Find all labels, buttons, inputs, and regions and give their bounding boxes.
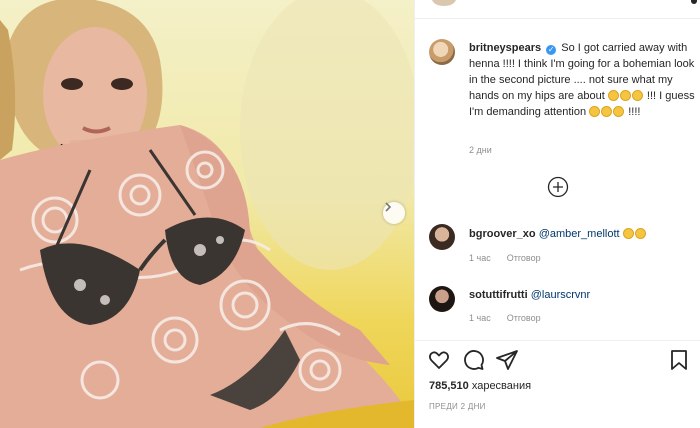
cold-sweat-emoji-icon: [601, 106, 613, 117]
caption-time: 2 дни: [469, 145, 492, 155]
next-photo-button[interactable]: [383, 202, 405, 224]
cold-sweat-emoji-icon: [589, 106, 601, 117]
comment-2-meta: 1 час Отговор: [469, 313, 541, 323]
grimace-emoji-icon: [607, 90, 619, 101]
caption: britneyspears ✓ So I got carried away wi…: [469, 40, 697, 120]
bookmark-icon[interactable]: [667, 348, 691, 372]
posted-time: ПРЕДИ 2 ДНИ: [429, 402, 486, 411]
commenter-username[interactable]: bgroover_xo: [469, 228, 536, 240]
comment-mention[interactable]: @laurscrvnr: [531, 289, 590, 301]
comment-mention[interactable]: @amber_mellott: [539, 228, 620, 240]
reply-button[interactable]: Отговор: [507, 313, 541, 323]
commenter-username[interactable]: sotuttifrutti: [469, 289, 528, 301]
author-avatar[interactable]: [429, 39, 455, 65]
likes-label: харесвания: [471, 380, 532, 392]
reply-button[interactable]: Отговор: [507, 253, 541, 263]
likes-count[interactable]: 785,510 харесвания: [429, 380, 531, 392]
author-username[interactable]: britneyspears: [469, 42, 541, 54]
tongue-emoji-icon: [619, 90, 631, 101]
divider: [415, 340, 700, 341]
comment-time: 1 час: [469, 313, 491, 323]
comment-1: bgroover_xo @amber_mellott: [469, 228, 647, 240]
post-photo[interactable]: [0, 0, 414, 428]
photo-illustration: [0, 0, 414, 428]
paper-plane-icon[interactable]: [495, 348, 519, 372]
post-side-panel: britneyspears ✓ So I got carried away wi…: [414, 0, 700, 428]
woozy-emoji-icon: [631, 90, 643, 101]
commenter-avatar[interactable]: [429, 224, 455, 250]
grimace-emoji-icon: [634, 228, 646, 239]
comment-1-meta: 1 час Отговор: [469, 253, 541, 263]
more-options-icon[interactable]: [691, 0, 697, 4]
divider: [415, 18, 700, 19]
caption-text-end: !!!!: [628, 106, 641, 118]
plus-circle-icon[interactable]: [547, 176, 569, 198]
grimace-emoji-icon: [622, 228, 634, 239]
comment-2: sotuttifrutti @laurscrvnr: [469, 289, 590, 301]
cold-sweat-emoji-icon: [613, 106, 625, 117]
commenter-avatar[interactable]: [429, 286, 455, 312]
comment-time: 1 час: [469, 253, 491, 263]
instagram-post: britneyspears ✓ So I got carried away wi…: [0, 0, 700, 428]
verified-badge-icon: ✓: [546, 45, 557, 55]
action-bar: [415, 348, 700, 374]
heart-icon[interactable]: [427, 348, 451, 372]
comment-icon[interactable]: [461, 348, 485, 372]
chevron-right-icon: [385, 202, 392, 212]
likes-number: 785,510: [429, 380, 469, 392]
header-avatar[interactable]: [432, 0, 456, 6]
